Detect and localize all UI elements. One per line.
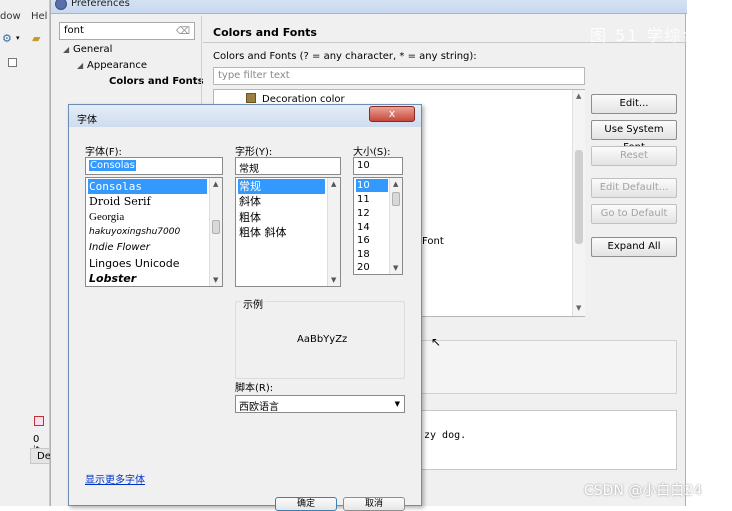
font-item-georgia[interactable]: Georgia [88,210,124,225]
font-item-lingoes-unicode[interactable]: Lingoes Unicode [88,256,179,271]
font-item-hakuyoxingshu[interactable]: hakuyoxingshu7000 [88,225,180,240]
scroll-thumb[interactable] [212,220,220,234]
scroll-down-icon[interactable]: ▼ [213,276,218,284]
gear-icon[interactable]: ⚙ [2,32,12,45]
ide-menubar: dow Hel [0,8,50,26]
script-value: 西欧语言 [239,402,279,413]
page-description: Colors and Fonts (? = any character, * =… [213,51,477,62]
font-size-field[interactable]: 10 [353,157,403,175]
font-label: 字体(F): [85,147,122,158]
font-size-list[interactable]: 10 11 12 14 16 18 20 ▲ ▼ [353,177,403,275]
tree-item-label: Colors and Fonts [109,76,204,87]
size-item-18[interactable]: 18 [356,248,370,261]
edit-default-button[interactable]: Edit Default... [591,178,677,198]
style-list-scrollbar[interactable]: ▲ ▼ [327,178,340,286]
search-value: font [64,25,84,36]
ide-tab[interactable]: De [30,448,51,464]
preferences-search-input[interactable]: font ⌫ [59,22,195,40]
clear-search-icon[interactable]: ⌫ [176,26,190,37]
style-item-regular[interactable]: 常规 [238,179,325,194]
watermark-bottom: CSDN @小白白24 [584,483,703,499]
script-select[interactable]: 西欧语言 ▼ [235,395,405,413]
font-item-consolas[interactable]: Consolas [88,179,207,194]
font-item-droid-serif[interactable]: Droid Serif [88,194,151,209]
ide-view-strip [0,54,50,72]
scroll-down-icon[interactable]: ▼ [393,264,398,272]
size-label: 大小(S): [353,147,391,158]
mouse-cursor-icon: ↖ [431,335,442,349]
font-list[interactable]: Consolas Droid Serif Georgia hakuyoxings… [85,177,223,287]
tree-item-label: General [73,44,113,55]
scroll-down-icon[interactable]: ▼ [576,304,581,312]
minimize-view-icon[interactable] [8,58,17,67]
sample-text: AaBbYyZz [297,334,348,345]
ide-toolbar: ⚙ ▾ ▰ [0,28,50,50]
script-label: 脚本(R): [235,383,274,394]
ok-button[interactable]: 确定 [275,497,337,511]
tree-item-label: Appearance [87,60,148,71]
problems-icon[interactable] [34,416,44,426]
style-label: 字形(Y): [235,147,273,158]
edit-button[interactable]: Edit... [591,94,677,114]
close-button[interactable]: x [369,106,415,122]
preferences-titlebar[interactable]: Preferences [51,0,687,14]
font-style-list[interactable]: 常规 斜体 粗体 粗体 斜体 ▲ ▼ [235,177,341,287]
sample-label: 示例 [241,296,265,311]
font-dialog-title: 字体 [77,115,97,126]
font-name-value: Consolas [89,160,136,171]
size-item-20[interactable]: 20 [356,261,370,274]
expand-arrow-icon[interactable]: ◢ [77,61,87,70]
style-item-italic[interactable]: 斜体 [238,194,261,209]
go-to-default-button[interactable]: Go to Default [591,204,677,224]
reset-button[interactable]: Reset [591,146,677,166]
ide-tab-label: De [37,451,51,462]
size-item-10[interactable]: 10 [356,179,388,192]
chevron-down-icon[interactable]: ▼ [395,400,400,408]
scroll-thumb[interactable] [392,192,400,206]
expand-arrow-icon[interactable]: ◢ [63,45,73,54]
scroll-thumb[interactable] [575,150,583,244]
watermark-top: 图 51 学综合 [590,26,701,45]
page-title: Colors and Fonts [213,26,317,39]
folder-icon[interactable]: ▰ [32,32,40,45]
font-style-field[interactable]: 常规 [235,157,341,175]
font-item-lobster[interactable]: Lobster [88,271,136,286]
ide-menu-help[interactable]: Hel [31,11,47,22]
tree-item-colors-and-fonts[interactable]: Colors and Fonts [109,76,204,87]
tree-item-font-fragment[interactable]: Font [422,236,444,247]
font-dialog: 字体 x 字体(F): Consolas Consolas Droid Seri… [68,104,441,511]
tree-item-appearance[interactable]: ◢ Appearance [77,60,147,71]
ide-background-panel: dow Hel ⚙ ▾ ▰ 0 it De [0,0,51,506]
size-item-16[interactable]: 16 [356,234,370,247]
use-system-font-button[interactable]: Use System Font [591,120,677,153]
style-item-bold-italic[interactable]: 粗体 斜体 [238,225,287,240]
scroll-up-icon[interactable]: ▲ [393,180,398,188]
preview-text: zy dog. [424,430,467,441]
style-item-bold[interactable]: 粗体 [238,210,261,225]
font-item-indie-flower[interactable]: Indie Flower [88,240,150,255]
filter-input[interactable]: type filter text [213,67,585,85]
expand-all-button[interactable]: Expand All [591,237,677,257]
font-list-scrollbar[interactable]: ▲ ▼ [209,178,222,286]
tree-item-general[interactable]: ◢ General [63,44,112,55]
show-more-fonts-link[interactable]: 显示更多字体 [85,471,145,486]
eclipse-icon [55,0,67,10]
chevron-down-icon[interactable]: ▾ [16,34,20,42]
font-name-field[interactable]: Consolas [85,157,223,175]
size-item-11[interactable]: 11 [356,193,370,206]
preferences-title: Preferences [71,0,130,9]
size-item-12[interactable]: 12 [356,207,370,220]
size-list-scrollbar[interactable]: ▲ ▼ [389,178,402,274]
scroll-up-icon[interactable]: ▲ [213,180,218,188]
color-swatch [246,93,256,103]
cancel-button[interactable]: 取消 [343,497,405,511]
size-item-14[interactable]: 14 [356,221,370,234]
ide-menu-window[interactable]: dow [0,11,21,22]
scroll-up-icon[interactable]: ▲ [331,180,336,188]
scroll-down-icon[interactable]: ▼ [331,276,336,284]
tree-scrollbar[interactable]: ▲ ▼ [572,90,585,316]
scroll-up-icon[interactable]: ▲ [576,92,581,100]
